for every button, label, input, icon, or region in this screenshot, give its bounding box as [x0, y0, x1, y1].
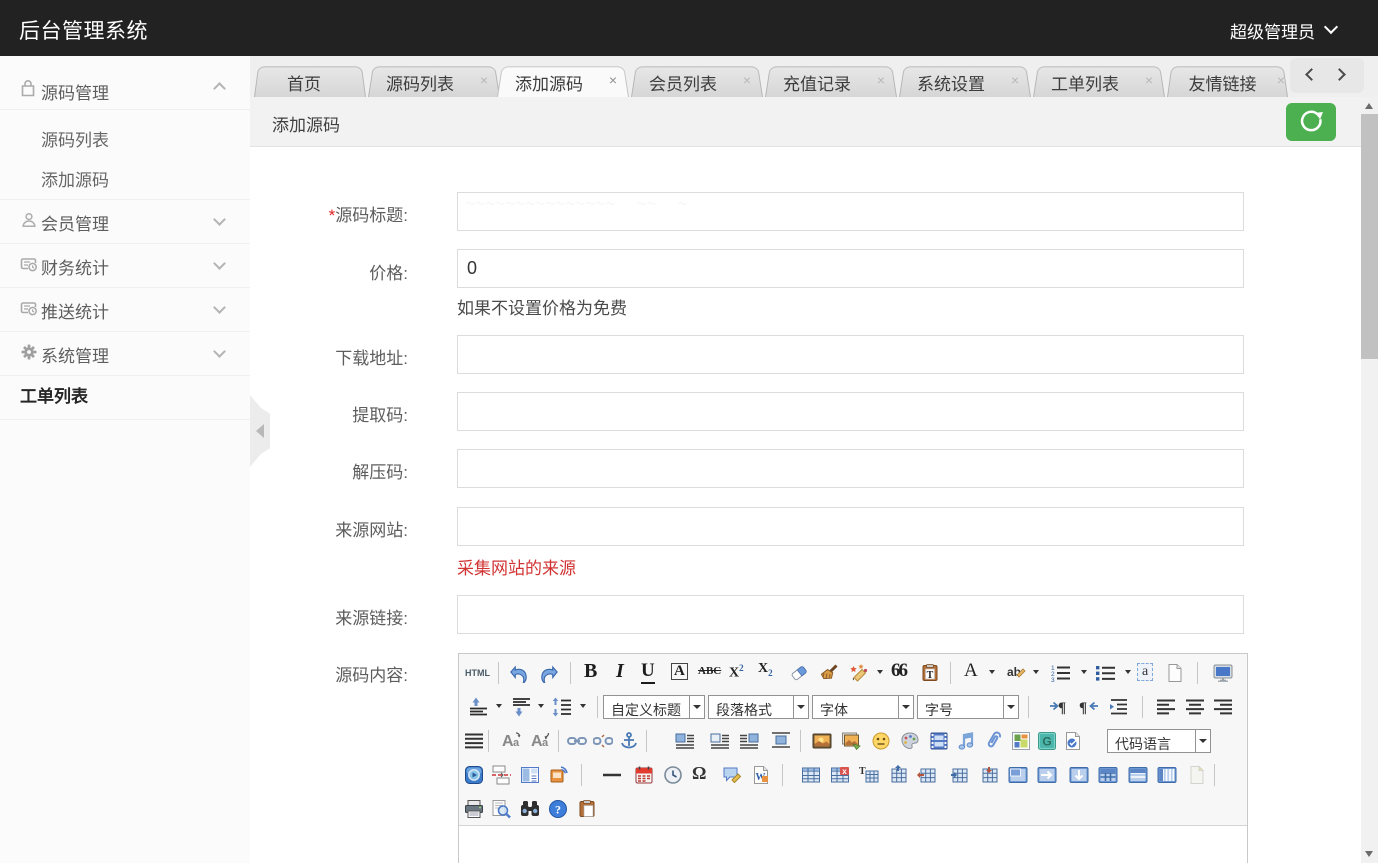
svg-text:T: T [927, 670, 934, 681]
svg-text:x: x [842, 767, 847, 776]
svg-text:T: T [859, 766, 866, 777]
svg-text:¶: ¶ [1058, 700, 1066, 716]
svg-text:?: ? [555, 803, 561, 817]
svg-text:a: a [513, 737, 520, 749]
svg-text:3: 3 [1051, 677, 1055, 683]
svg-text:¶: ¶ [1079, 700, 1087, 716]
svg-text:G: G [1042, 735, 1051, 749]
